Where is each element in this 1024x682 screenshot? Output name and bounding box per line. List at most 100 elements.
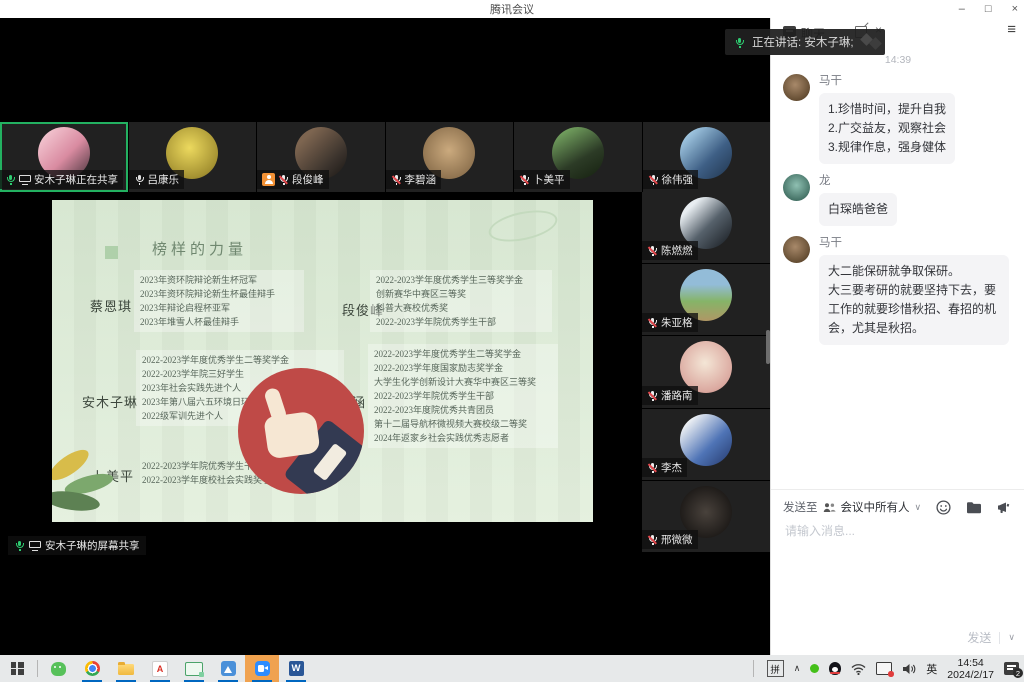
windows-taskbar: A W 拼 ∧ 英 14:54 2024/2/17 2	[0, 655, 1024, 682]
shared-screen-slide: 榜样的力量 蔡恩琪 2023年资环院辩论新生杯冠军 2023年资环院辩论新生杯最…	[52, 200, 593, 522]
ime-indicator[interactable]: 拼	[767, 660, 784, 677]
windows-logo-icon	[11, 662, 24, 675]
divider	[999, 632, 1000, 644]
speaking-toast: 正在讲话: 安木子琳;	[725, 29, 885, 55]
slide-title: 榜样的力量	[152, 238, 247, 259]
screenshot-tool-icon	[185, 662, 203, 676]
participant-nameplate: 徐伟强	[643, 170, 699, 189]
minimize-icon[interactable]: –	[959, 0, 965, 18]
participant-nameplate: 邢微微	[642, 530, 698, 549]
taskbar-app-word[interactable]: W	[279, 655, 313, 682]
wifi-icon[interactable]	[851, 663, 866, 675]
participant-tile-lvkangle[interactable]: 吕康乐	[129, 122, 257, 192]
participant-tile-anmuzilin[interactable]: 安木子琳正在共享	[0, 122, 128, 192]
participant-tile-zhuyage[interactable]: 朱亚格	[642, 264, 770, 335]
speaker-icon[interactable]	[902, 663, 916, 675]
participant-name: 卜美平	[533, 172, 565, 187]
screen-recording-tray-icon[interactable]	[876, 662, 892, 675]
taskbar-app-chrome[interactable]	[75, 655, 109, 682]
chevron-down-icon[interactable]: ∨	[915, 502, 922, 513]
chrome-icon	[85, 661, 100, 676]
leaf-decoration	[486, 205, 560, 247]
avatar	[783, 74, 810, 101]
window-titlebar: 腾讯会议 – □ ×	[0, 0, 1024, 19]
taskbar-clock[interactable]: 14:54 2024/2/17	[947, 657, 994, 681]
slide-award-list: 2022-2023学年度优秀学生三等奖学金 创新赛华中赛区三等奖 科普大赛校优秀…	[370, 270, 552, 332]
maximize-icon[interactable]: □	[985, 0, 992, 18]
participant-nameplate: 李杰	[642, 458, 687, 477]
participant-tile-panlunan[interactable]: 潘路南	[642, 336, 770, 407]
wechat-icon	[51, 662, 66, 676]
taskbar-app-screenshot[interactable]	[177, 655, 211, 682]
input-language-indicator[interactable]: 英	[926, 661, 937, 677]
send-options-chevron-icon[interactable]: ∨	[1008, 632, 1015, 643]
participant-tile-libihan[interactable]: 李碧涵	[386, 122, 514, 192]
mic-on-icon	[734, 37, 745, 48]
mic-muted-icon	[647, 245, 658, 256]
slide-award-list: 2022-2023学年度优秀学生二等奖学金 2022-2023学年度国家励志奖学…	[368, 344, 558, 448]
screen: 腾讯会议 – □ × 安木子琳正在共享 吕康乐	[0, 0, 1024, 682]
message-bubble: 大二能保研就争取保研。 大三要考研的就要坚持下去，要工作的就要珍惜秋招、春招的机…	[819, 255, 1009, 345]
folder-icon[interactable]	[966, 501, 982, 514]
close-icon[interactable]: ×	[1012, 0, 1018, 18]
mic-muted-icon	[647, 534, 658, 545]
avatar	[680, 414, 732, 466]
chat-message: 龙 白琛皓爸爸	[783, 174, 1013, 226]
mic-muted-icon	[648, 174, 659, 185]
clock-date: 2024/2/17	[947, 669, 994, 681]
message-bubble: 1.珍惜时间，提升自我 2.广交益友，观察社会 3.规律作息，强身健体	[819, 93, 955, 164]
send-area: 发送 ∨	[967, 629, 1015, 646]
send-button[interactable]: 发送	[967, 629, 991, 646]
send-to-row: 发送至 会议中所有人 ∨	[771, 490, 1024, 519]
avatar	[783, 236, 810, 263]
start-button[interactable]	[0, 655, 34, 682]
taskbar-app-tencent-meeting[interactable]	[245, 655, 279, 682]
mic-muted-icon	[647, 462, 658, 473]
slide-person-name: 蔡恩琪	[90, 296, 132, 315]
participant-tile-duanjunfeng[interactable]: 段俊峰	[257, 122, 385, 192]
mic-muted-icon	[519, 174, 530, 185]
taskbar-app-pdf[interactable]: A	[143, 655, 177, 682]
chat-input[interactable]	[783, 523, 1007, 539]
participant-tile-xingweiwei[interactable]: 邢微微	[642, 481, 770, 552]
emoji-icon[interactable]	[936, 500, 951, 515]
slide-bullet-square	[105, 246, 118, 259]
taskbar-app-explorer[interactable]	[109, 655, 143, 682]
taskbar-divider	[37, 660, 38, 677]
message-sender: 龙	[819, 174, 1013, 188]
audience-selector[interactable]: 会议中所有人	[841, 499, 910, 515]
message-sender: 马干	[819, 74, 1013, 88]
participant-video-row: 安木子琳正在共享 吕康乐 段俊峰	[0, 122, 770, 192]
participant-tile-xuweiqiang[interactable]: 徐伟强	[643, 122, 771, 192]
taskbar-divider	[753, 660, 754, 677]
mic-icon	[134, 174, 145, 185]
screen-share-status-label: 安木子琳的屏幕共享	[8, 536, 146, 555]
message-sender: 马干	[819, 236, 1013, 250]
mic-muted-icon	[391, 174, 402, 185]
blue-docs-icon	[221, 661, 236, 676]
megaphone-icon[interactable]	[997, 501, 1013, 514]
participant-tile-bumeiping[interactable]: 卜美平	[514, 122, 642, 192]
tray-expand-chevron-icon[interactable]: ∧	[794, 663, 801, 674]
chat-message-list[interactable]: 14:39 马干 1.珍惜时间，提升自我 2.广交益友，观察社会 3.规律作息，…	[771, 48, 1024, 488]
screen-share-icon	[19, 174, 31, 185]
participant-nameplate: 段俊峰	[257, 170, 329, 189]
participant-name: 潘路南	[661, 388, 693, 403]
window-title: 腾讯会议	[490, 1, 534, 17]
hamburger-menu-icon[interactable]: ≡	[1007, 21, 1016, 38]
participant-name: 李碧涵	[405, 172, 437, 187]
taskbar-app-docs[interactable]	[211, 655, 245, 682]
participant-tile-lijie[interactable]: 李杰	[642, 409, 770, 480]
file-explorer-icon	[118, 664, 134, 675]
speaking-toast-text: 正在讲话: 安木子琳;	[752, 34, 854, 50]
participant-tile-chenranran[interactable]: 陈燃燃	[642, 192, 770, 263]
avatar	[783, 174, 810, 201]
qq-tray-icon[interactable]	[829, 662, 841, 675]
mic-muted-icon	[647, 317, 658, 328]
participant-name: 安木子琳正在共享	[34, 172, 118, 187]
taskbar-app-wechat[interactable]	[41, 655, 75, 682]
wechat-tray-icon[interactable]	[810, 664, 819, 673]
notification-center-icon[interactable]: 2	[1004, 662, 1019, 675]
participant-name: 陈燃燃	[661, 243, 693, 258]
participant-name: 李杰	[661, 460, 682, 475]
